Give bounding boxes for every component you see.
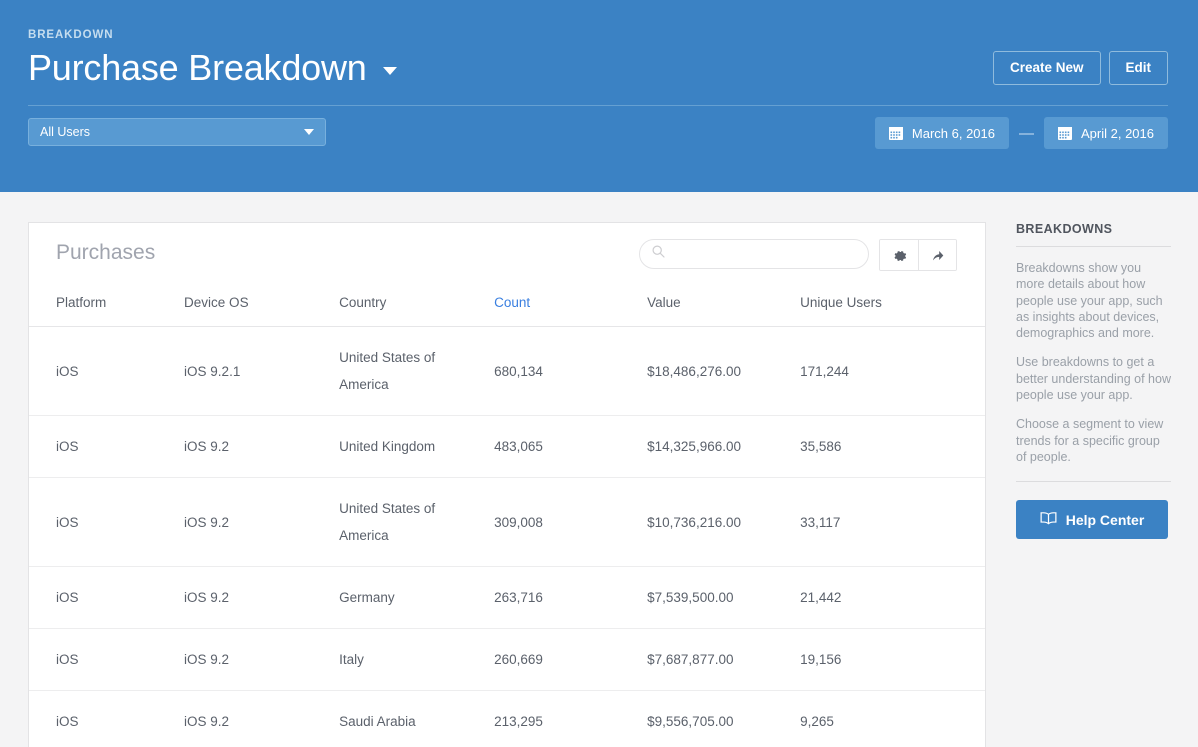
card-tools [879,239,957,271]
date-start-label: March 6, 2016 [911,125,995,141]
column-header-unique-users[interactable]: Unique Users [800,295,985,327]
cell-count: 260,669 [494,628,648,691]
card-title: Purchases [56,241,156,264]
cell-unique-users: 171,244 [800,326,985,416]
table-body: iOS iOS 9.2.1 United States of America 6… [29,326,985,747]
share-arrow-icon[interactable] [918,240,956,270]
create-new-button[interactable]: Create New [992,51,1101,85]
cell-country: United States of America [339,326,495,416]
cell-count: 680,134 [494,326,648,416]
cell-value: $10,736,216.00 [647,477,801,567]
table-row[interactable]: iOS iOS 9.2 Germany 263,716 $7,539,500.0… [29,566,985,629]
cell-unique-users: 21,442 [800,566,985,629]
purchases-card: Purchases Platform Device OS Country Cou… [28,222,986,747]
cell-platform: iOS [29,477,185,567]
cell-platform: iOS [29,415,185,478]
main-content: Purchases Platform Device OS Country Cou… [0,192,1198,747]
cell-value: $18,486,276.00 [647,326,801,416]
table-row[interactable]: iOS iOS 9.2 United States of America 309… [29,477,985,567]
cell-count: 263,716 [494,566,648,629]
cell-unique-users: 35,586 [800,415,985,478]
cell-country: United States of America [339,477,495,567]
cell-value: $9,556,705.00 [647,690,801,747]
purchases-table: Platform Device OS Country Count Value U… [29,295,985,747]
date-range-picker: March 6, 2016 — April 2, 2016 [874,117,1168,149]
cell-country: Germany [339,566,495,629]
cell-value: $7,687,877.00 [647,628,801,691]
card-header: Purchases [29,223,985,295]
cell-unique-users: 9,265 [800,690,985,747]
breadcrumb-eyebrow: BREAKDOWN [28,29,114,41]
sidebar-divider [1016,481,1171,483]
cell-count: 483,065 [494,415,648,478]
table-row[interactable]: iOS iOS 9.2.1 United States of America 6… [29,326,985,416]
table-row[interactable]: iOS iOS 9.2 Saudi Arabia 213,295 $9,556,… [29,690,985,747]
cell-unique-users: 33,117 [800,477,985,567]
cell-country: Saudi Arabia [339,690,495,747]
sidebar-paragraph: Breakdowns show you more details about h… [1016,261,1163,341]
cell-country: United Kingdom [339,415,495,478]
table-header: Platform Device OS Country Count Value U… [29,295,985,327]
header-divider [28,105,1168,106]
search-box[interactable] [639,239,869,269]
gear-icon[interactable] [880,240,918,270]
cell-platform: iOS [29,690,185,747]
column-header-device-os[interactable]: Device OS [184,295,340,327]
cell-platform: iOS [29,628,185,691]
date-end-label: April 2, 2016 [1081,125,1154,141]
help-center-button[interactable]: Help Center [1016,500,1168,540]
cell-country: Italy [339,628,495,691]
column-header-platform[interactable]: Platform [29,295,185,327]
column-header-country[interactable]: Country [339,295,495,327]
edit-button[interactable]: Edit [1108,51,1168,85]
sidebar-paragraph: Choose a segment to view trends for a sp… [1016,417,1164,464]
table-header-row: Platform Device OS Country Count Value U… [29,295,985,327]
column-header-count[interactable]: Count [494,295,648,327]
sidebar-title: BREAKDOWNS [1016,222,1113,236]
date-range-separator: — [1019,124,1034,142]
calendar-icon [1058,126,1072,140]
date-end-button[interactable]: April 2, 2016 [1044,117,1168,149]
cell-value: $14,325,966.00 [647,415,801,478]
page-title: Purchase Breakdown [28,47,367,88]
book-icon [1040,511,1057,528]
search-input[interactable] [672,247,856,261]
cell-device-os: iOS 9.2 [184,566,340,629]
cell-device-os: iOS 9.2.1 [184,326,340,416]
column-header-value[interactable]: Value [647,295,801,327]
cell-platform: iOS [29,566,185,629]
cell-count: 309,008 [494,477,648,567]
cell-device-os: iOS 9.2 [184,690,340,747]
cell-device-os: iOS 9.2 [184,628,340,691]
chevron-down-icon[interactable] [382,67,397,75]
sidebar-divider [1016,246,1171,247]
sidebar-paragraph: Use breakdowns to get a better understan… [1016,355,1171,403]
table-row[interactable]: iOS iOS 9.2 United Kingdom 483,065 $14,3… [29,415,985,478]
table-row[interactable]: iOS iOS 9.2 Italy 260,669 $7,687,877.00 … [29,628,985,691]
cell-value: $7,539,500.00 [647,566,801,629]
date-start-button[interactable]: March 6, 2016 [874,117,1009,149]
search-icon [652,245,665,263]
chevron-down-icon [304,129,314,135]
calendar-icon [888,126,903,140]
page-title-row: Purchase Breakdown [28,46,397,90]
cell-platform: iOS [29,326,185,416]
cell-device-os: iOS 9.2 [184,477,340,567]
cell-count: 213,295 [494,690,648,747]
segment-select-label: All Users [40,125,91,139]
page-header: BREAKDOWN Purchase Breakdown Create New … [0,0,1198,192]
cell-device-os: iOS 9.2 [184,415,340,478]
cell-unique-users: 19,156 [800,628,985,691]
breakdowns-sidebar: BREAKDOWNS Breakdowns show you more deta… [1016,222,1171,540]
help-center-label: Help Center [1065,511,1145,528]
header-actions: Create New Edit [992,51,1168,85]
segment-select[interactable]: All Users [28,118,326,146]
